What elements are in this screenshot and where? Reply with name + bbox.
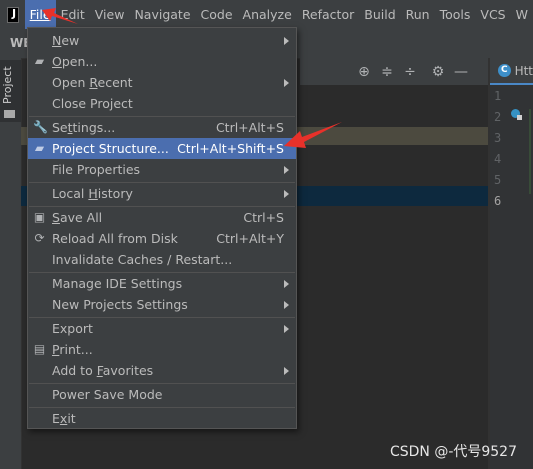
menu-item-label: Manage IDE Settings — [52, 276, 183, 291]
watermark: CSDN @-代号9527 — [389, 444, 517, 460]
line-number: 3 — [494, 131, 502, 145]
menu-item-export[interactable]: Export — [28, 318, 296, 339]
menu-item-open-recent[interactable]: Open Recent — [28, 72, 296, 93]
menu-build[interactable]: Build — [359, 0, 400, 29]
menu-item-new[interactable]: New — [28, 30, 296, 51]
annotation-arrow-project-structure — [284, 122, 342, 148]
menu-item-shortcut: Ctrl+Alt+Shift+S — [177, 141, 284, 156]
menu-item-label: File Properties — [52, 162, 141, 177]
project-tool-tab-label: Project — [1, 66, 14, 104]
folder-icon: ▰ — [34, 54, 45, 68]
menu-item-label: Open Recent — [52, 75, 133, 90]
save-icon: ▣ — [33, 210, 46, 224]
menu-window[interactable]: W — [511, 0, 533, 29]
menu-item-invalidate-caches[interactable]: Invalidate Caches / Restart... — [28, 249, 296, 270]
menu-item-project-structure[interactable]: ▰ Project Structure... Ctrl+Alt+Shift+S — [28, 138, 296, 159]
menu-item-label: Open... — [52, 54, 98, 69]
menu-item-label: Exit — [52, 411, 76, 426]
line-number: 1 — [494, 89, 502, 103]
menu-item-label: Save All — [52, 210, 103, 225]
menu-item-reload-all[interactable]: ⟳ Reload All from Disk Ctrl+Alt+Y — [28, 228, 296, 249]
menu-item-label: New — [52, 33, 80, 48]
line-number: 5 — [494, 173, 502, 187]
menu-tools[interactable]: Tools — [435, 0, 476, 29]
menu-item-new-projects-settings[interactable]: New Projects Settings — [28, 294, 296, 315]
line-number: 2 — [494, 110, 502, 124]
menu-item-label: Export — [52, 321, 93, 336]
menu-item-shortcut: Ctrl+Alt+S — [215, 120, 284, 135]
submenu-arrow-icon — [284, 166, 289, 174]
submenu-arrow-icon — [284, 325, 289, 333]
menu-item-label: Close Project — [52, 96, 133, 111]
vcs-change-marker[interactable] — [529, 109, 531, 194]
menu-item-label: Local History — [52, 186, 133, 201]
menu-item-local-history[interactable]: Local History — [28, 183, 296, 204]
submenu-arrow-icon — [284, 79, 289, 87]
menu-item-settings[interactable]: 🔧 Settings... Ctrl+Alt+S — [28, 117, 296, 138]
gutter-marker-icon — [517, 115, 522, 120]
class-file-icon: C — [498, 64, 511, 77]
project-structure-icon: ▰ — [34, 141, 45, 155]
menu-item-label: Reload All from Disk — [52, 231, 178, 246]
menu-item-label: Project Structure... — [52, 141, 169, 156]
editor-tab[interactable]: C Htt — [490, 58, 533, 85]
menu-item-shortcut: Ctrl+S — [243, 210, 284, 225]
folder-icon — [4, 110, 15, 118]
menu-item-print[interactable]: ▤ Print... — [28, 339, 296, 360]
locate-icon[interactable]: ⊕ — [355, 63, 373, 81]
line-number-current: 6 — [494, 194, 502, 208]
menu-item-label: Add to Favorites — [52, 363, 154, 378]
menu-navigate[interactable]: Navigate — [129, 0, 195, 29]
menu-vcs[interactable]: VCS — [475, 0, 510, 29]
reload-icon: ⟳ — [34, 231, 45, 245]
menu-item-close-project[interactable]: Close Project — [28, 93, 296, 114]
wrench-icon: 🔧 — [33, 120, 48, 134]
hide-icon[interactable]: — — [452, 63, 470, 81]
collapse-all-icon[interactable]: ÷ — [401, 63, 419, 81]
line-number: 4 — [494, 152, 502, 166]
submenu-arrow-icon — [284, 190, 289, 198]
menu-run[interactable]: Run — [401, 0, 435, 29]
intellij-logo-icon — [7, 6, 19, 23]
menu-item-power-save-mode[interactable]: Power Save Mode — [28, 384, 296, 405]
submenu-arrow-icon — [284, 280, 289, 288]
editor-tab-label: Htt — [514, 63, 533, 78]
submenu-arrow-icon — [284, 367, 289, 375]
menu-refactor[interactable]: Refactor — [297, 0, 359, 29]
menu-item-label: New Projects Settings — [52, 297, 188, 312]
menu-item-add-to-favorites[interactable]: Add to Favorites — [28, 360, 296, 381]
menu-item-manage-ide-settings[interactable]: Manage IDE Settings — [28, 273, 296, 294]
menu-item-open[interactable]: ▰ Open... — [28, 51, 296, 72]
menu-view[interactable]: View — [90, 0, 130, 29]
gear-icon[interactable]: ⚙ — [429, 63, 447, 81]
menu-item-label: Settings... — [52, 120, 116, 135]
menu-analyze[interactable]: Analyze — [238, 0, 297, 29]
menu-item-shortcut: Ctrl+Alt+Y — [216, 231, 284, 246]
submenu-arrow-icon — [284, 301, 289, 309]
menu-item-save-all[interactable]: ▣ Save All Ctrl+S — [28, 207, 296, 228]
submenu-arrow-icon — [284, 37, 289, 45]
expand-all-icon[interactable]: ≑ — [378, 63, 396, 81]
print-icon: ▤ — [33, 342, 46, 356]
menu-item-label: Print... — [52, 342, 93, 357]
project-panel-toolbar: ⊕ ≑ ÷ ⚙ — — [300, 58, 488, 85]
annotation-arrow-file — [42, 8, 78, 24]
menu-item-label: Invalidate Caches / Restart... — [52, 252, 233, 267]
menu-item-file-properties[interactable]: File Properties — [28, 159, 296, 180]
file-menu-dropdown: New ▰ Open... Open Recent Close Project … — [27, 27, 297, 429]
menu-item-exit[interactable]: Exit — [28, 408, 296, 429]
menu-item-label: Power Save Mode — [52, 387, 163, 402]
menu-code[interactable]: Code — [196, 0, 238, 29]
